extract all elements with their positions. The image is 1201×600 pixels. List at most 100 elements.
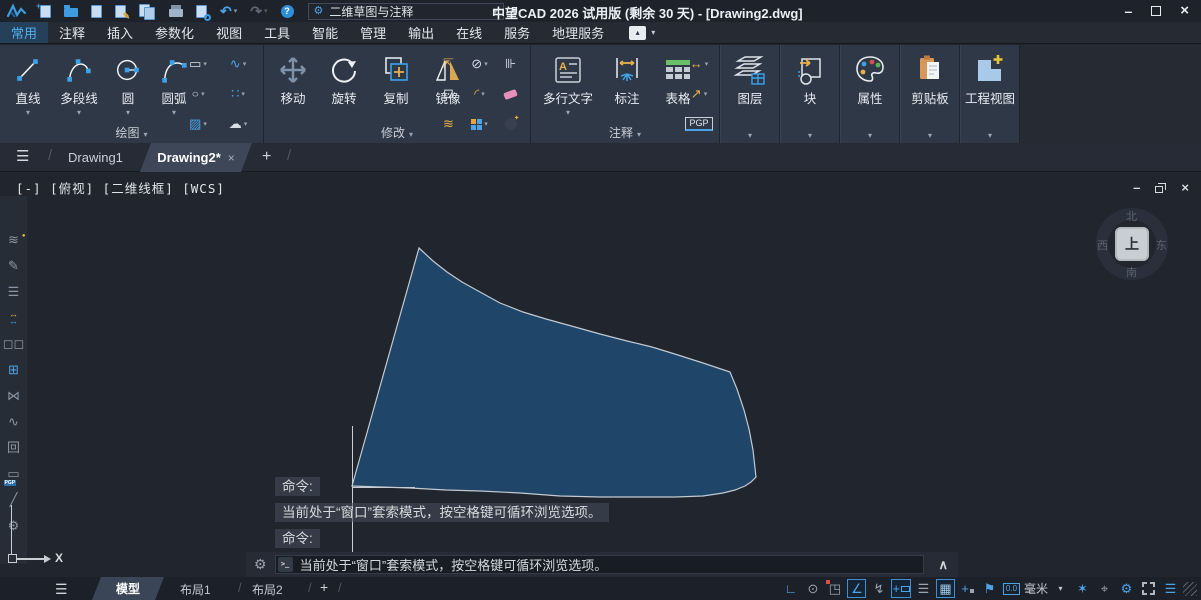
point-tool[interactable]: ∷▾ bbox=[218, 79, 258, 109]
viewport-controls-label[interactable]: [-] [俯视] [二维线框] [WCS] bbox=[16, 178, 225, 197]
copy-tools-icon[interactable]: ⊞ bbox=[2, 362, 26, 377]
open-file-button[interactable] bbox=[64, 5, 78, 17]
doctab-drawing1[interactable]: Drawing1 bbox=[62, 150, 129, 165]
fullscreen-icon[interactable] bbox=[1139, 579, 1158, 598]
move-button[interactable]: 移动 bbox=[268, 45, 318, 106]
dimension-tools-icon[interactable]: ↔↔ bbox=[2, 310, 26, 325]
leader-tool[interactable]: ↗▾ bbox=[681, 79, 717, 109]
line-button[interactable]: 直线▾ bbox=[4, 45, 52, 117]
tab-smart[interactable]: 智能 bbox=[301, 22, 349, 43]
selection-tools-icon[interactable]: ◻◻ bbox=[2, 336, 26, 351]
mdi-minimize-button[interactable]: – bbox=[1133, 184, 1140, 192]
settings-gear-icon[interactable]: ⚙ bbox=[2, 518, 26, 533]
dimension-button[interactable]: 标注 bbox=[601, 45, 653, 117]
maximize-button[interactable] bbox=[1151, 6, 1161, 16]
mdi-restore-button[interactable] bbox=[1155, 183, 1166, 193]
layout1-tab[interactable]: 布局1 bbox=[180, 581, 211, 598]
panel-block[interactable]: 块 ▾ bbox=[780, 45, 840, 143]
erase-tool[interactable] bbox=[495, 79, 526, 109]
minimize-button[interactable]: – bbox=[1124, 6, 1132, 16]
mirror-tools-icon[interactable]: ⋈ bbox=[2, 388, 26, 403]
model-tab[interactable]: 模型 bbox=[92, 577, 164, 600]
panel-layers[interactable]: 图层 ▾ bbox=[720, 45, 780, 143]
workspace-select[interactable]: ⚙ 二维草图与注释 ▾ bbox=[308, 3, 504, 20]
ribbon-collapse-button[interactable]: ▴ bbox=[629, 26, 646, 40]
tab-home[interactable]: 常用 bbox=[0, 22, 48, 43]
statusbar-gear-icon[interactable]: ⚙ bbox=[1117, 579, 1136, 598]
command-history-expand-icon[interactable]: ∧ bbox=[938, 557, 948, 573]
mdi-close-button[interactable]: × bbox=[1181, 180, 1189, 195]
new-drawing-button[interactable]: + bbox=[262, 148, 271, 166]
print-button[interactable] bbox=[169, 5, 183, 17]
panel-clipboard[interactable]: 剪贴板 ▾ bbox=[900, 45, 960, 143]
align-tool[interactable]: ⊪ bbox=[495, 49, 526, 79]
tab-annotate[interactable]: 注释 bbox=[48, 22, 96, 43]
document-menu-icon[interactable]: ☰ bbox=[16, 149, 29, 165]
tab-manage[interactable]: 管理 bbox=[349, 22, 397, 43]
tab-geo-services[interactable]: 地理服务 bbox=[541, 22, 615, 43]
layer-tools-icon[interactable]: ≋● bbox=[2, 232, 26, 247]
draw-edit-icon[interactable]: ✎ bbox=[2, 258, 26, 273]
compass-east[interactable]: 东 bbox=[1156, 237, 1167, 253]
block-panel-caret[interactable]: ▾ bbox=[781, 131, 839, 140]
panel-properties[interactable]: 属性 ▾ bbox=[840, 45, 900, 143]
properties-panel-caret[interactable]: ▾ bbox=[841, 131, 899, 140]
tab-parametric[interactable]: 参数化 bbox=[144, 22, 205, 43]
block-insert-toggle[interactable]: + bbox=[958, 579, 977, 598]
scale-tool[interactable]: ⊡ bbox=[433, 79, 464, 109]
compass-south[interactable]: 南 bbox=[1126, 264, 1137, 280]
circle-button[interactable]: 圆▾ bbox=[106, 45, 150, 117]
coordinates-display[interactable]: 0.0 bbox=[1002, 579, 1021, 598]
new-layout-button[interactable]: + bbox=[320, 579, 328, 595]
doctab-drawing2-active[interactable]: Drawing2* × bbox=[140, 143, 252, 172]
annotate-panel-footer[interactable]: 注释▾ bbox=[531, 124, 719, 141]
lineweight-toggle[interactable]: ☰ bbox=[914, 579, 933, 598]
compass-north[interactable]: 北 bbox=[1126, 208, 1137, 224]
compass-west[interactable]: 西 bbox=[1097, 237, 1108, 253]
new-file-button[interactable]: + bbox=[40, 5, 51, 18]
layers-panel-caret[interactable]: ▾ bbox=[721, 131, 779, 140]
preview-button[interactable] bbox=[196, 5, 207, 18]
layout2-tab[interactable]: 布局2 bbox=[252, 581, 283, 598]
help-button[interactable]: ? bbox=[281, 5, 294, 18]
drawing-canvas[interactable]: [-] [俯视] [二维线框] [WCS] – × 北 南 西 东 上 ≋● ✎… bbox=[0, 172, 1201, 577]
cursor-settings-icon[interactable]: ⌖ bbox=[1095, 579, 1114, 598]
copy-object-button[interactable]: 复制 bbox=[370, 45, 422, 106]
ortho-toggle[interactable]: ∟ bbox=[781, 579, 800, 598]
stretch-tool[interactable]: ⇱ bbox=[433, 49, 464, 79]
linear-dimension-tool[interactable]: ↔▾ bbox=[681, 49, 717, 79]
tab-output[interactable]: 输出 bbox=[397, 22, 445, 43]
statusbar-options-icon[interactable]: ☰ bbox=[1161, 579, 1180, 598]
draw-panel-footer[interactable]: 绘图▾ bbox=[0, 124, 263, 141]
rectangle-tool[interactable]: ▭▾ bbox=[178, 49, 218, 79]
object-snap-toggle[interactable]: ◳ bbox=[825, 579, 844, 598]
panel-engineering-view[interactable]: 工程视图 ▾ bbox=[960, 45, 1020, 143]
ribbon-options-caret[interactable]: ▾ bbox=[651, 28, 655, 37]
statusbar-menu-icon[interactable]: ☰ bbox=[55, 581, 68, 598]
fillet-tool[interactable]: ◜▾ bbox=[464, 79, 495, 109]
snap-angle-toggle[interactable]: ∠ bbox=[847, 579, 866, 598]
polyline-button[interactable]: 多段线▾ bbox=[52, 45, 106, 117]
measure-icon[interactable]: ╱ bbox=[2, 492, 26, 507]
compass-top-button[interactable]: 上 bbox=[1115, 227, 1149, 261]
save-button[interactable] bbox=[91, 5, 102, 18]
copy-button[interactable] bbox=[139, 4, 156, 19]
mtext-button[interactable]: A 多行文字▾ bbox=[535, 45, 601, 117]
tab-tools[interactable]: 工具 bbox=[253, 22, 301, 43]
annotation-flag-toggle[interactable]: ⚑ bbox=[980, 579, 999, 598]
ellipse-tool[interactable]: ○▾ bbox=[178, 79, 218, 109]
trim-tool[interactable]: ⊘▾ bbox=[464, 49, 495, 79]
polar-tracking-toggle[interactable]: ⊙ bbox=[803, 579, 822, 598]
close-tab-icon[interactable]: × bbox=[228, 151, 235, 165]
modify-panel-footer[interactable]: 修改▾ bbox=[264, 124, 530, 141]
selection-cycling-toggle[interactable]: ▦ bbox=[936, 579, 955, 598]
command-input[interactable]: >_ 当前处于“窗口”套索模式，按空格键可循环浏览选项。 bbox=[275, 555, 925, 574]
spline-tool[interactable]: ∿▾ bbox=[218, 49, 258, 79]
save-as-button[interactable]: ✎ bbox=[115, 5, 126, 18]
resize-grip[interactable] bbox=[1183, 582, 1197, 596]
command-settings-icon[interactable]: ⚙ bbox=[254, 556, 267, 573]
redo-button[interactable]: ↷▾ bbox=[250, 4, 267, 18]
clipboard-panel-caret[interactable]: ▾ bbox=[901, 131, 959, 140]
close-button[interactable]: × bbox=[1180, 4, 1189, 18]
units-dropdown-icon[interactable]: ▾ bbox=[1051, 579, 1070, 598]
